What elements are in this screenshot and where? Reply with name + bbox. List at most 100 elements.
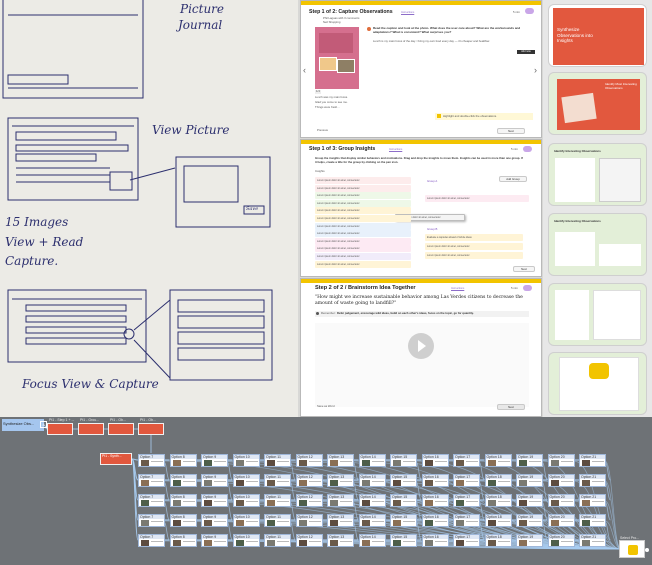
end-node[interactable] [619,540,645,558]
option-node[interactable]: Option 19 [516,494,543,507]
option-node[interactable]: Option 14 [358,514,386,527]
group-b-item[interactable]: Evaluate a capsules ahead of whole ideas [425,234,523,241]
option-node[interactable]: Option 21 [579,494,606,507]
option-node[interactable]: Option 11 [264,534,291,547]
group-b-item[interactable]: Lorem ipsum dolor sit amet, consectetur [425,252,523,259]
top-node[interactable] [108,423,134,435]
option-node[interactable]: Option 18 [484,494,512,507]
insight-card[interactable]: Lorem ipsum dolor sit amet, consectetur [315,192,411,200]
option-node[interactable]: Option 16 [421,514,449,527]
option-node[interactable]: Option 20 [547,474,575,487]
option-node[interactable]: Option 20 [547,514,575,527]
option-node[interactable]: Option 10 [232,494,260,507]
insight-card[interactable]: Lorem ipsum dolor sit amet, consectetur [315,184,411,192]
option-node[interactable]: Option 15 [390,534,417,547]
option-node[interactable]: Option 7 [138,494,165,507]
option-node[interactable]: Option 14 [358,494,386,507]
insight-card[interactable]: Lorem ipsum dolor sit amet, consectetur [315,215,411,222]
option-node[interactable]: Option 7 [138,534,165,547]
next-button[interactable]: Next [497,128,525,134]
option-node[interactable]: Option 14 [358,454,386,467]
option-node[interactable]: Option 12 [295,474,323,487]
instructions-link[interactable]: Instructions [389,148,402,151]
option-node[interactable]: Option 15 [390,474,417,487]
option-node[interactable]: Option 17 [453,454,480,467]
option-node[interactable]: Option 17 [453,474,480,487]
option-node[interactable]: Option 12 [295,514,323,527]
arrow-right-icon[interactable]: › [534,65,537,75]
insight-card[interactable]: Lorem ipsum dolor sit amet, consectetur [315,199,411,207]
top-node[interactable] [138,423,164,435]
option-node[interactable]: Option 9 [201,514,228,527]
option-node[interactable]: Option 20 [547,494,575,507]
option-node[interactable]: Option 13 [327,454,354,467]
slide-thumbnail[interactable] [548,283,647,346]
option-node[interactable]: Option 9 [201,454,228,467]
option-node[interactable]: Option 21 [579,514,606,527]
option-node[interactable]: Option 18 [484,534,512,547]
option-node[interactable]: Option 19 [516,454,543,467]
option-node[interactable]: Option 11 [264,514,291,527]
option-node[interactable]: Option 12 [295,494,323,507]
option-node[interactable]: Option 18 [484,514,512,527]
option-node[interactable]: Option 9 [201,474,228,487]
arrow-left-icon[interactable]: ‹ [303,65,306,75]
slide-thumbnail[interactable]: Identify Interesting Observations [548,213,647,276]
option-node[interactable]: Option 11 [264,474,291,487]
play-video-button[interactable] [408,333,434,359]
option-node[interactable]: Option 16 [421,454,449,467]
option-node[interactable]: Option 15 [390,514,417,527]
option-node[interactable]: Option 13 [327,534,354,547]
option-node[interactable]: Option 19 [516,474,543,487]
option-node[interactable]: Option 7 [138,454,165,467]
option-node[interactable]: Option 13 [327,474,354,487]
slide-thumbnail[interactable]: Identify Interesting Observations [548,143,647,206]
option-node[interactable]: Option 16 [421,534,449,547]
save-link[interactable]: Save as Word [317,404,335,409]
option-node[interactable]: Option 9 [201,494,228,507]
option-node[interactable]: Option 20 [547,534,575,547]
option-node[interactable]: Option 13 [327,494,354,507]
option-node[interactable]: Option 7 [138,514,165,527]
option-node[interactable]: Option 10 [232,454,260,467]
option-node[interactable]: Option 18 [484,454,512,467]
option-node[interactable]: Option 11 [264,494,291,507]
option-node[interactable]: Option 7 [138,474,165,487]
insight-card[interactable]: Lorem ipsum dolor sit amet, consectetur [315,177,411,184]
option-node[interactable]: Option 21 [579,474,606,487]
end-port-icon[interactable] [645,548,649,552]
insight-card[interactable]: Lorem ipsum dolor sit amet, consectetur [315,260,411,268]
instructions-link[interactable]: Instructions [401,11,414,14]
option-node[interactable]: Option 21 [579,534,606,547]
root-node[interactable]: Synthesize Obs... [2,419,44,431]
option-node[interactable]: Option 11 [264,454,291,467]
insight-card[interactable]: Lorem ipsum dolor sit amet, consectetur [315,230,411,238]
option-node[interactable]: Option 13 [327,514,354,527]
option-node[interactable]: Option 14 [358,534,386,547]
next-button[interactable]: Next [497,404,525,410]
insight-card[interactable]: Lorem ipsum dolor sit amet, consectetur [315,222,411,230]
next-button[interactable]: Next [513,266,535,272]
insight-card[interactable]: Lorem ipsum dolor sit amet, consectetur [315,237,411,245]
option-node[interactable]: Option 8 [169,514,197,527]
option-node[interactable]: Option 16 [421,474,449,487]
option-node[interactable]: Option 8 [169,454,197,467]
option-node[interactable]: Option 12 [295,454,323,467]
slide-thumbnail[interactable] [548,352,647,415]
group-b-item[interactable]: Lorem ipsum dolor sit amet, consectetur [425,243,523,250]
option-node[interactable]: Option 10 [232,514,260,527]
insight-card[interactable]: Lorem ipsum dolor sit amet, consectetur [315,207,411,215]
top-node[interactable] [78,423,104,435]
option-node[interactable]: Option 9 [201,534,228,547]
option-node[interactable]: Option 20 [547,454,575,467]
option-node[interactable]: Option 21 [579,454,606,467]
top-node[interactable] [47,423,73,435]
option-node[interactable]: Option 15 [390,454,417,467]
option-node[interactable]: Option 8 [169,494,197,507]
option-node[interactable]: Option 8 [169,474,197,487]
previous-link[interactable]: Previous [317,128,328,133]
option-node[interactable]: Option 15 [390,494,417,507]
option-node[interactable]: Option 12 [295,534,323,547]
mid-node[interactable]: Pt1 - Synth... [100,453,132,465]
add-note-chip[interactable]: Add note [517,50,535,54]
